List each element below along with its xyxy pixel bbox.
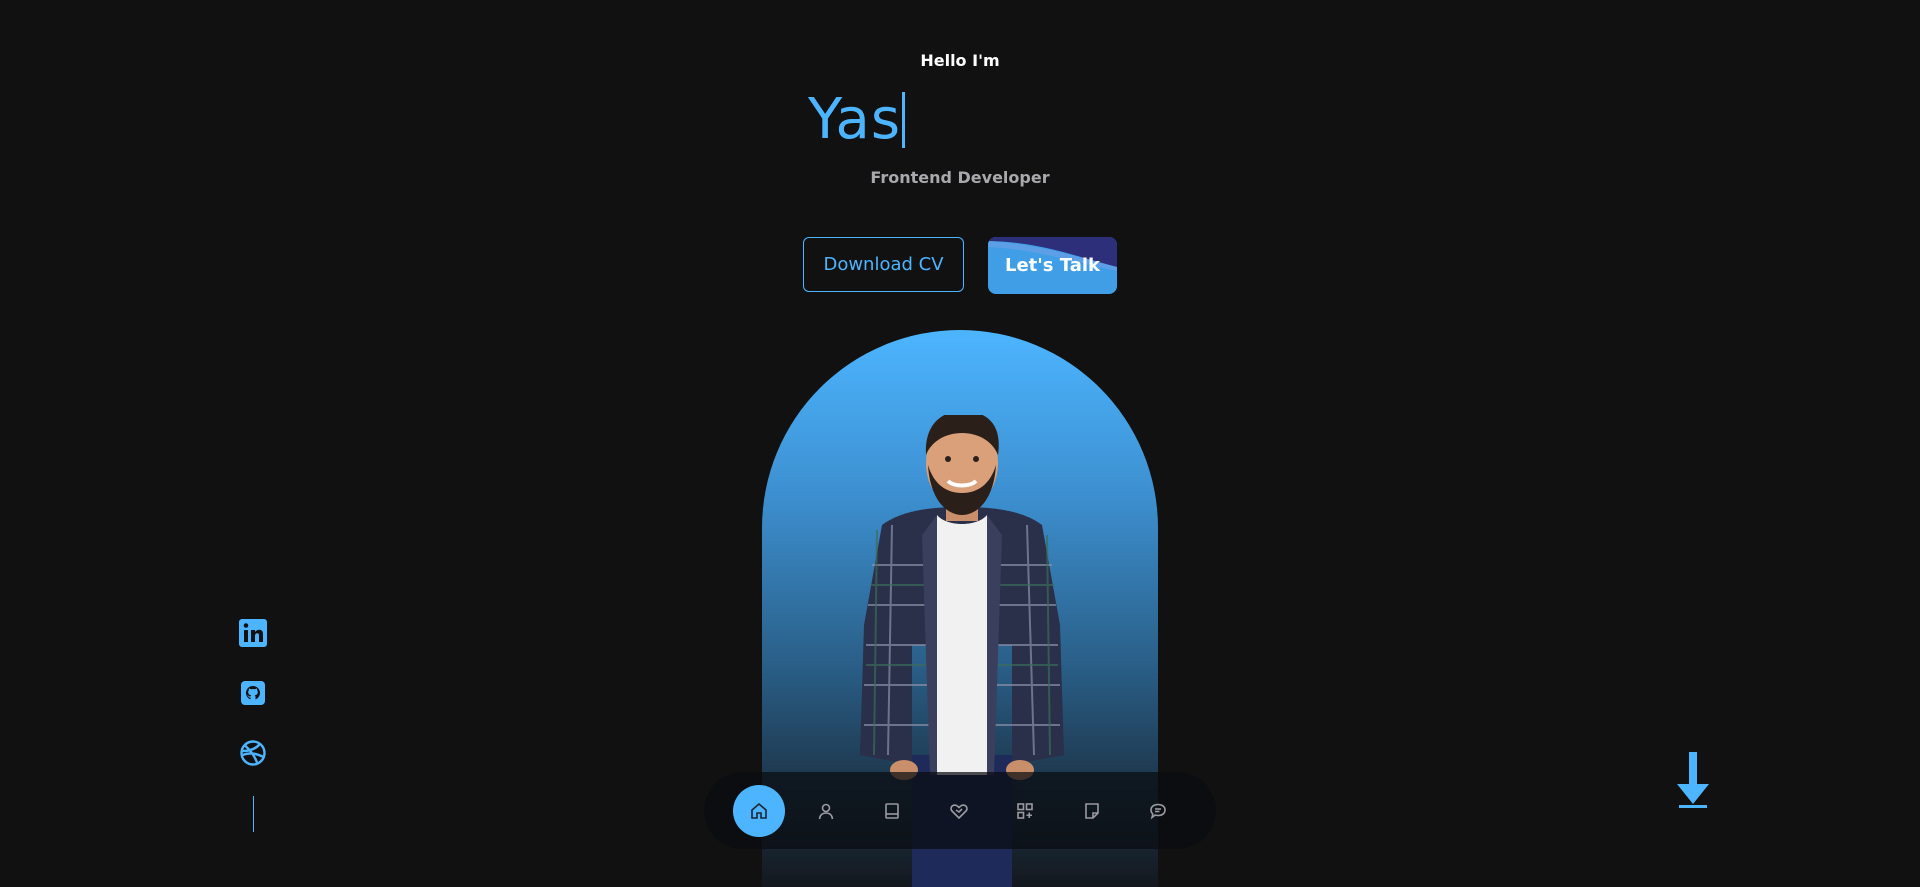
user-icon	[818, 803, 833, 819]
nav-blog[interactable]	[1066, 785, 1118, 837]
greeting-text: Hello I'm	[920, 51, 1000, 70]
note-icon	[1084, 802, 1099, 819]
home-icon	[751, 802, 767, 819]
download-cv-button[interactable]: Download CV	[803, 237, 964, 292]
nav-portfolio[interactable]	[999, 785, 1051, 837]
name-text: Yas	[808, 87, 901, 152]
role-text: Frontend Developer	[870, 168, 1050, 187]
nav-contact[interactable]	[1132, 785, 1184, 837]
lets-talk-button[interactable]: Let's Talk	[988, 237, 1117, 294]
typing-caret	[902, 92, 905, 148]
nav-experience[interactable]	[866, 785, 918, 837]
nav-home[interactable]	[733, 784, 785, 837]
grid-icon	[1017, 802, 1033, 819]
dribbble-icon[interactable]	[238, 738, 268, 768]
bottom-nav-bar	[704, 772, 1216, 849]
github-icon[interactable]	[238, 678, 268, 708]
handshake-icon	[949, 803, 968, 819]
nav-services[interactable]	[933, 785, 985, 837]
chat-icon	[1150, 803, 1166, 820]
nav-about[interactable]	[800, 785, 852, 837]
lets-talk-label: Let's Talk	[1004, 255, 1101, 276]
scroll-down-arrow-icon[interactable]	[1673, 750, 1713, 810]
portfolio-page: Hello I'm Yas Frontend Developer Downloa…	[0, 0, 1920, 887]
social-divider-line	[253, 796, 254, 832]
book-icon	[885, 802, 899, 819]
linkedin-icon[interactable]	[238, 618, 268, 648]
name-typewriter: Yas	[808, 84, 905, 156]
social-links	[238, 618, 268, 798]
